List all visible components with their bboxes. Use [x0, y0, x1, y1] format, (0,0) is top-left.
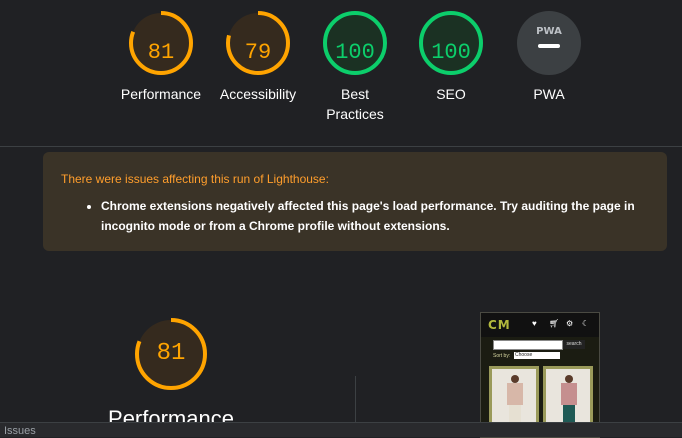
thumb-search-input	[493, 340, 563, 350]
gauge-label: SEO	[436, 86, 466, 102]
pwa-badge-icon: PWA	[517, 11, 581, 75]
category-gauges: 81 Performance 79 Accessibility 100 Best…	[0, 0, 682, 146]
gauge-accessibility[interactable]: 79 Accessibility	[208, 10, 308, 104]
thumb-search-button: search	[563, 340, 585, 349]
gauge-performance[interactable]: 81 Performance	[111, 10, 211, 104]
gauge-score: 79	[244, 40, 272, 65]
gauge-seo[interactable]: 100 SEO	[401, 10, 501, 104]
thumb-sort-label: Sort by:	[493, 353, 511, 359]
gauge-score: 100	[431, 40, 471, 65]
gauge-label: Best Practices	[326, 86, 384, 122]
gauge-pwa[interactable]: PWA PWA	[499, 10, 599, 104]
performance-gauge-large: 81 Performance	[100, 316, 242, 432]
cart-icon: 🛒︎	[549, 319, 560, 328]
site-logo: CM	[488, 318, 511, 332]
gauge-label: Performance	[120, 86, 202, 102]
thumb-sort-select: Choose	[514, 352, 560, 359]
performance-score: 81	[156, 340, 186, 367]
page-screenshot-thumbnail[interactable]: CM ♥ 🛒︎ ⚙ ☾ search Sort by: Choose 🗨︎ 🛒︎…	[480, 312, 600, 438]
gauge-score: 81	[147, 40, 175, 65]
product-image	[546, 369, 590, 423]
warning-title: There were issues affecting this run of …	[61, 172, 329, 186]
pwa-badge-text: PWA	[536, 26, 562, 37]
warning-box: There were issues affecting this run of …	[43, 152, 667, 251]
thumb-navbar: CM ♥ 🛒︎ ⚙ ☾	[481, 313, 599, 337]
gauge-label: PWA	[533, 86, 565, 102]
status-bar-label[interactable]: Issues	[4, 425, 36, 437]
status-bar: Issues	[0, 422, 682, 437]
product-image	[492, 369, 536, 423]
warning-item: Chrome extensions negatively affected th…	[101, 196, 649, 236]
gear-icon: ⚙	[566, 319, 574, 328]
section-divider	[0, 146, 682, 147]
gauge-label: Accessibility	[219, 86, 297, 102]
gauge-best-practices[interactable]: 100 Best Practices	[305, 10, 405, 124]
warning-list: Chrome extensions negatively affected th…	[61, 196, 649, 236]
gauge-score: 100	[335, 40, 375, 65]
heart-icon: ♥	[532, 319, 537, 328]
moon-icon: ☾	[582, 319, 590, 328]
